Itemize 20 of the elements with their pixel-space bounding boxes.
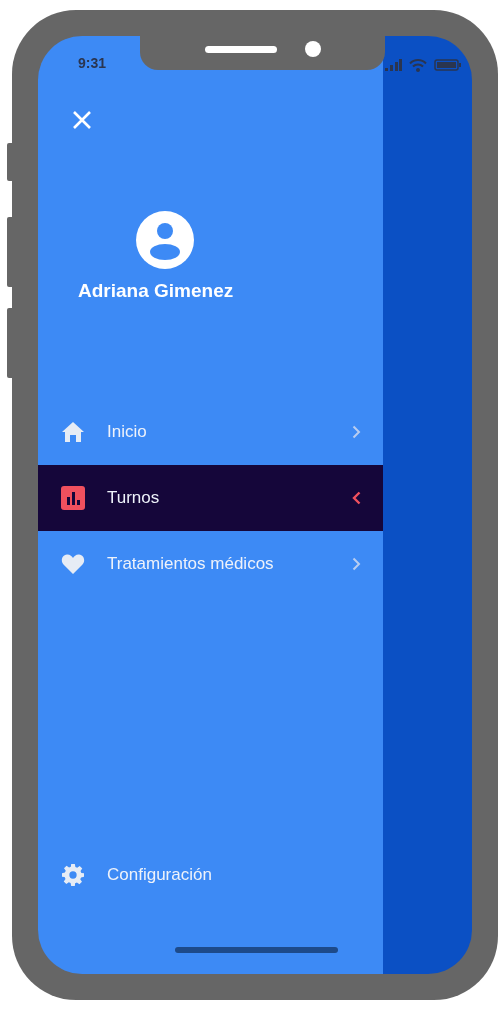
chevron-left-icon (352, 491, 361, 505)
user-name: Adriana Gimenez (78, 279, 235, 303)
avatar-icon (136, 211, 194, 269)
battery-icon (434, 59, 461, 71)
camera-icon (304, 41, 321, 57)
chevron-right-icon (352, 425, 361, 439)
signal-icon (385, 59, 402, 71)
status-time: 9:31 (78, 53, 107, 73)
wifi-icon (409, 58, 427, 72)
speaker-icon (204, 45, 277, 53)
menu-item[interactable]: Inicio (38, 399, 383, 465)
settings-item[interactable]: Configuración (38, 855, 383, 895)
chevron-right-icon (352, 557, 361, 571)
heart-icon (61, 553, 85, 575)
close-icon (72, 110, 92, 130)
menu-item[interactable]: Tratamientos médicos (38, 531, 383, 597)
settings-icon (62, 864, 84, 886)
bar-chart-icon (61, 486, 85, 510)
menu-item[interactable]: Turnos (38, 465, 383, 531)
home-icon (61, 421, 85, 443)
